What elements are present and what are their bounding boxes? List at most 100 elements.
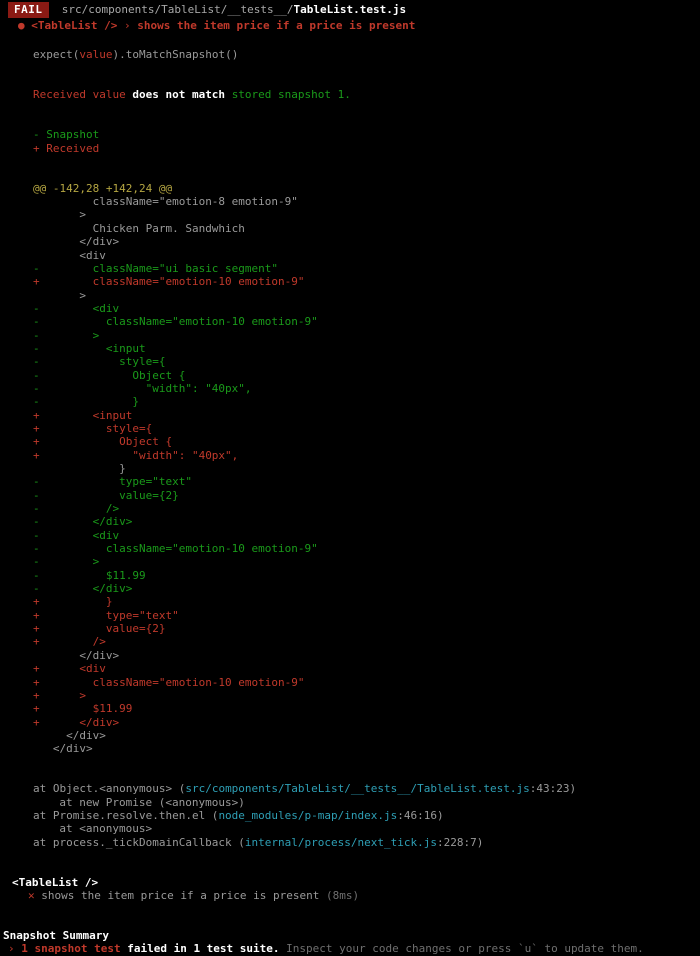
diff-line: - "width": "40px", xyxy=(0,382,700,395)
spacer-text xyxy=(49,3,62,16)
diff-line-text: </div> xyxy=(39,582,133,596)
legend-received-label: + Received xyxy=(33,141,100,155)
diff-line: - <input xyxy=(0,342,700,355)
diff-marker: + xyxy=(33,688,40,702)
diff-line: </div> xyxy=(0,729,700,742)
diff-line-text: > xyxy=(39,688,86,702)
diff-marker: - xyxy=(33,475,40,489)
diff-line: Chicken Parm. Sandwhich xyxy=(0,222,700,235)
diff-line-text: > xyxy=(39,555,100,569)
diff-line-text: /> xyxy=(39,502,120,516)
snapshot-summary-title-row: Snapshot Summary xyxy=(0,929,700,942)
diff-line-text: "width": "40px", xyxy=(39,448,239,462)
diff-line-text: value={2} xyxy=(39,488,179,502)
diff-marker: - xyxy=(33,582,40,596)
stack-frame-location: :43:23 xyxy=(529,782,570,796)
diff-marker: - xyxy=(33,502,40,516)
expect-argument: value xyxy=(79,48,113,62)
diff-marker xyxy=(33,289,40,302)
diff-marker: - xyxy=(33,381,40,395)
terminal-window: FAIL src/components/TableList/__tests__/… xyxy=(0,0,700,955)
diff-line-text: type="text" xyxy=(39,475,192,489)
diff-marker: + xyxy=(33,421,40,435)
diff-line: - <div xyxy=(0,529,700,542)
snapshot-summary-title: Snapshot Summary xyxy=(3,929,109,943)
diff-line: </div> xyxy=(0,649,700,662)
stack-frame-function: at new Promise (<anonymous>) xyxy=(59,795,245,809)
diff-line: - className="emotion-10 emotion-9" xyxy=(0,542,700,555)
legend-snapshot-label: - Snapshot xyxy=(33,128,100,142)
diff-line: </div> xyxy=(0,235,700,248)
diff-line: + /> xyxy=(0,635,700,648)
diff-hunk-range: @@ -142,28 +142,24 @@ xyxy=(33,181,173,195)
expect-suffix: ).toMatchSnapshot() xyxy=(112,48,239,62)
stack-frame-path[interactable]: src/components/TableList/__tests__/Table… xyxy=(185,782,529,795)
stack-frame-function: at <anonymous> xyxy=(59,822,153,836)
fail-header-line: FAIL src/components/TableList/__tests__/… xyxy=(0,0,700,19)
diff-line-text: className="emotion-10 emotion-9" xyxy=(39,315,318,329)
diff-marker xyxy=(33,235,40,248)
diff-line: - } xyxy=(0,395,700,408)
diff-line: > xyxy=(0,208,700,221)
diff-marker: - xyxy=(33,301,40,315)
diff-line-text: > xyxy=(39,208,86,222)
diff-line-text: Chicken Parm. Sandwhich xyxy=(39,221,245,235)
results-suite-row: <TableList /> xyxy=(0,876,700,889)
diff-marker: + xyxy=(33,622,40,636)
diff-line-text: </div> xyxy=(39,728,106,742)
diff-line: - </div> xyxy=(0,582,700,595)
diff-hunk-header: @@ -142,28 +142,24 @@ xyxy=(0,182,700,195)
diff-marker xyxy=(33,208,40,221)
stack-frame-close: ) xyxy=(476,835,484,849)
diff-line: + > xyxy=(0,689,700,702)
diff-line: + <input xyxy=(0,409,700,422)
diff-line-text: /> xyxy=(39,635,106,649)
diff-line: className="emotion-8 emotion-9" xyxy=(0,195,700,208)
diff-line: - type="text" xyxy=(0,475,700,488)
diff-line: + </div> xyxy=(0,716,700,729)
diff-line: - className="ui basic segment" xyxy=(0,262,700,275)
diff-marker xyxy=(33,249,40,262)
summary-failed-text: failed in 1 test suite. xyxy=(120,942,280,956)
stack-frame-path[interactable]: node_modules/p-map/index.js xyxy=(218,809,397,822)
diff-marker: + xyxy=(33,448,40,462)
diff-line-text: > xyxy=(39,328,100,342)
diff-marker: - xyxy=(33,568,40,582)
diff-line: + className="emotion-10 emotion-9" xyxy=(0,275,700,288)
stack-frame-function: at process._tickDomainCallback ( xyxy=(33,835,245,849)
diff-line-text: } xyxy=(39,395,139,409)
mismatch-middle-label: does not match xyxy=(125,88,232,102)
diff-marker: - xyxy=(33,261,40,275)
diff-marker: + xyxy=(33,608,40,622)
diff-marker xyxy=(33,195,40,208)
diff-line-text: Object { xyxy=(39,368,186,382)
stack-frame-close: ) xyxy=(569,782,577,796)
diff-line: - value={2} xyxy=(0,489,700,502)
diff-marker: - xyxy=(33,315,40,329)
diff-line: - $11.99 xyxy=(0,569,700,582)
stack-frame-location: :228:7 xyxy=(436,835,477,849)
mismatch-message: Received value does not match stored sna… xyxy=(0,88,700,101)
stack-frame-function: at Object.<anonymous> ( xyxy=(33,782,186,796)
stack-frame-path[interactable]: internal/process/next_tick.js xyxy=(245,836,437,849)
diff-line-text: <div xyxy=(39,528,120,542)
diff-marker: + xyxy=(33,675,40,689)
summary-gap xyxy=(15,942,22,955)
diff-line-text: <div xyxy=(39,662,106,676)
diff-line-text: </div> xyxy=(39,742,93,756)
diff-marker: - xyxy=(33,341,40,355)
diff-marker xyxy=(33,222,40,235)
header-sep-gap xyxy=(117,19,124,32)
diff-line: + } xyxy=(0,595,700,608)
diff-line-text: </div> xyxy=(39,715,120,729)
stack-frame-close: ) xyxy=(437,808,444,822)
diff-line: + $11.99 xyxy=(0,702,700,715)
diff-line-text: $11.99 xyxy=(39,568,146,582)
diff-line-text: </div> xyxy=(39,648,120,662)
diff-line: - className="emotion-10 emotion-9" xyxy=(0,315,700,328)
diff-line-text: } xyxy=(39,595,113,609)
